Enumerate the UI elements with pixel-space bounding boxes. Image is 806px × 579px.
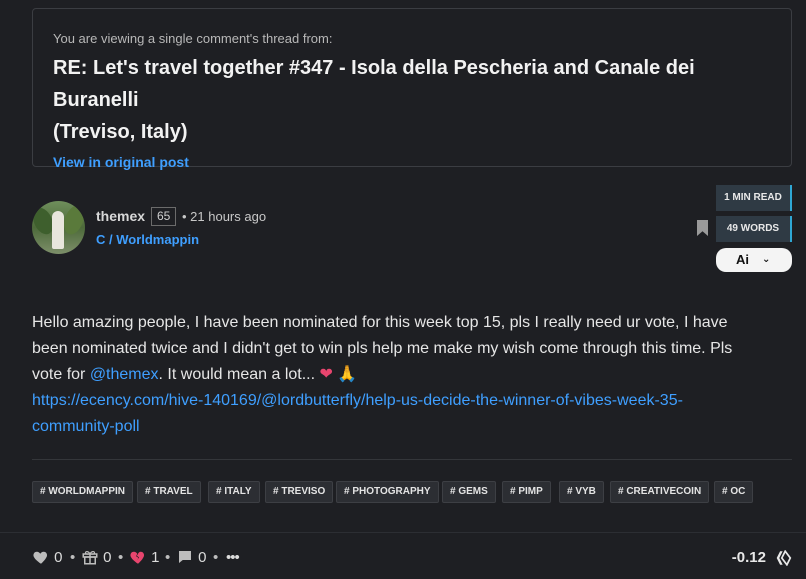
tag[interactable]: # CREATIVECOIN xyxy=(610,481,710,503)
tag[interactable]: # WORLDMAPPIN xyxy=(32,481,133,503)
divider xyxy=(32,459,792,460)
external-link-line[interactable]: https://ecency.com/hive-140169/@lordbutt… xyxy=(32,392,683,409)
upvote-count: 0 xyxy=(54,549,63,566)
downvote-count: 1 xyxy=(151,549,160,566)
original-post-title: RE: Let's travel together #347 - Isola d… xyxy=(53,52,771,148)
bookmark-icon[interactable] xyxy=(697,220,708,236)
read-time-badge: 1 MIN READ xyxy=(716,185,792,211)
tag[interactable]: # OC xyxy=(714,481,754,503)
separator-dot: • xyxy=(70,549,76,566)
payout-value[interactable]: -0.12 xyxy=(732,547,766,569)
view-original-post-link[interactable]: View in original post xyxy=(53,154,189,170)
divider xyxy=(0,532,806,533)
tag[interactable]: # TRAVEL xyxy=(137,481,201,503)
original-post-title-line2: (Treviso, Italy) xyxy=(53,121,188,143)
external-link[interactable]: https://ecency.com/hive-140169/@lordbutt… xyxy=(32,388,792,440)
gift-icon xyxy=(82,551,98,565)
body-line: vote for @themex. It would mean a lot...… xyxy=(32,362,792,388)
heart-icon xyxy=(33,551,48,564)
tag[interactable]: # TREVISO xyxy=(265,481,334,503)
ai-dropdown-button[interactable]: Ai ⌄ xyxy=(716,248,792,272)
comments-button[interactable]: 0 xyxy=(176,547,207,569)
separator-dot: • xyxy=(118,549,124,566)
post-timestamp: • 21 hours ago xyxy=(182,209,267,224)
body-line: Hello amazing people, I have been nomina… xyxy=(32,314,728,331)
author-username[interactable]: themex xyxy=(96,208,145,224)
mention-link[interactable]: @themex xyxy=(90,366,159,383)
thread-context-banner: You are viewing a single comment's threa… xyxy=(32,8,792,170)
tag[interactable]: # PHOTOGRAPHY xyxy=(336,481,439,503)
body-line: been nominated twice and I didn't get to… xyxy=(32,340,733,357)
ai-label: Ai xyxy=(736,252,749,267)
reputation-badge: 65 xyxy=(151,207,177,226)
avatar-figure xyxy=(52,211,64,249)
broken-heart-icon xyxy=(130,551,145,564)
gift-count: 0 xyxy=(103,549,112,566)
tag[interactable]: # VYB xyxy=(559,481,604,503)
body-text-segment: vote for xyxy=(32,366,90,383)
tag-list: # WORLDMAPPIN # TRAVEL # ITALY # TREVISO… xyxy=(32,481,792,503)
chevron-down-icon: ⌄ xyxy=(762,254,771,265)
separator-dot: • xyxy=(165,549,171,566)
body-text-segment: . It would mean a lot... xyxy=(158,366,320,383)
hive-icon xyxy=(776,550,792,566)
gift-button[interactable]: 0 xyxy=(81,547,112,569)
community-link[interactable]: C / Worldmappin xyxy=(96,232,199,247)
comment-count: 0 xyxy=(198,549,207,566)
comment-body: Hello amazing people, I have been nomina… xyxy=(32,310,792,440)
praying-hands-emoji-icon: 🙏 xyxy=(337,366,358,383)
upvote-button[interactable]: 0 xyxy=(32,547,63,569)
tag[interactable]: # ITALY xyxy=(208,481,260,503)
post-actions-bar: 0 • 0 • 1 • 0 • ••• -0.12 xyxy=(32,547,792,569)
original-post-title-line1: RE: Let's travel together #347 - Isola d… xyxy=(53,57,695,111)
post-header: themex 65 • 21 hours ago C / Worldmappin… xyxy=(32,185,792,272)
downvote-button[interactable]: 1 xyxy=(129,547,160,569)
separator-dot: • xyxy=(213,549,219,566)
avatar[interactable] xyxy=(32,201,85,254)
comment-icon xyxy=(179,551,191,563)
external-link-line[interactable]: community-poll xyxy=(32,418,140,435)
more-options-button[interactable]: ••• xyxy=(226,547,240,569)
tag[interactable]: # PIMP xyxy=(502,481,551,503)
tag[interactable]: # GEMS xyxy=(442,481,496,503)
avatar-foliage xyxy=(60,202,85,238)
word-count-badge: 49 WORDS xyxy=(716,216,792,242)
heart-emoji-icon: ❤ xyxy=(319,366,333,383)
thread-context-label: You are viewing a single comment's threa… xyxy=(53,31,333,46)
